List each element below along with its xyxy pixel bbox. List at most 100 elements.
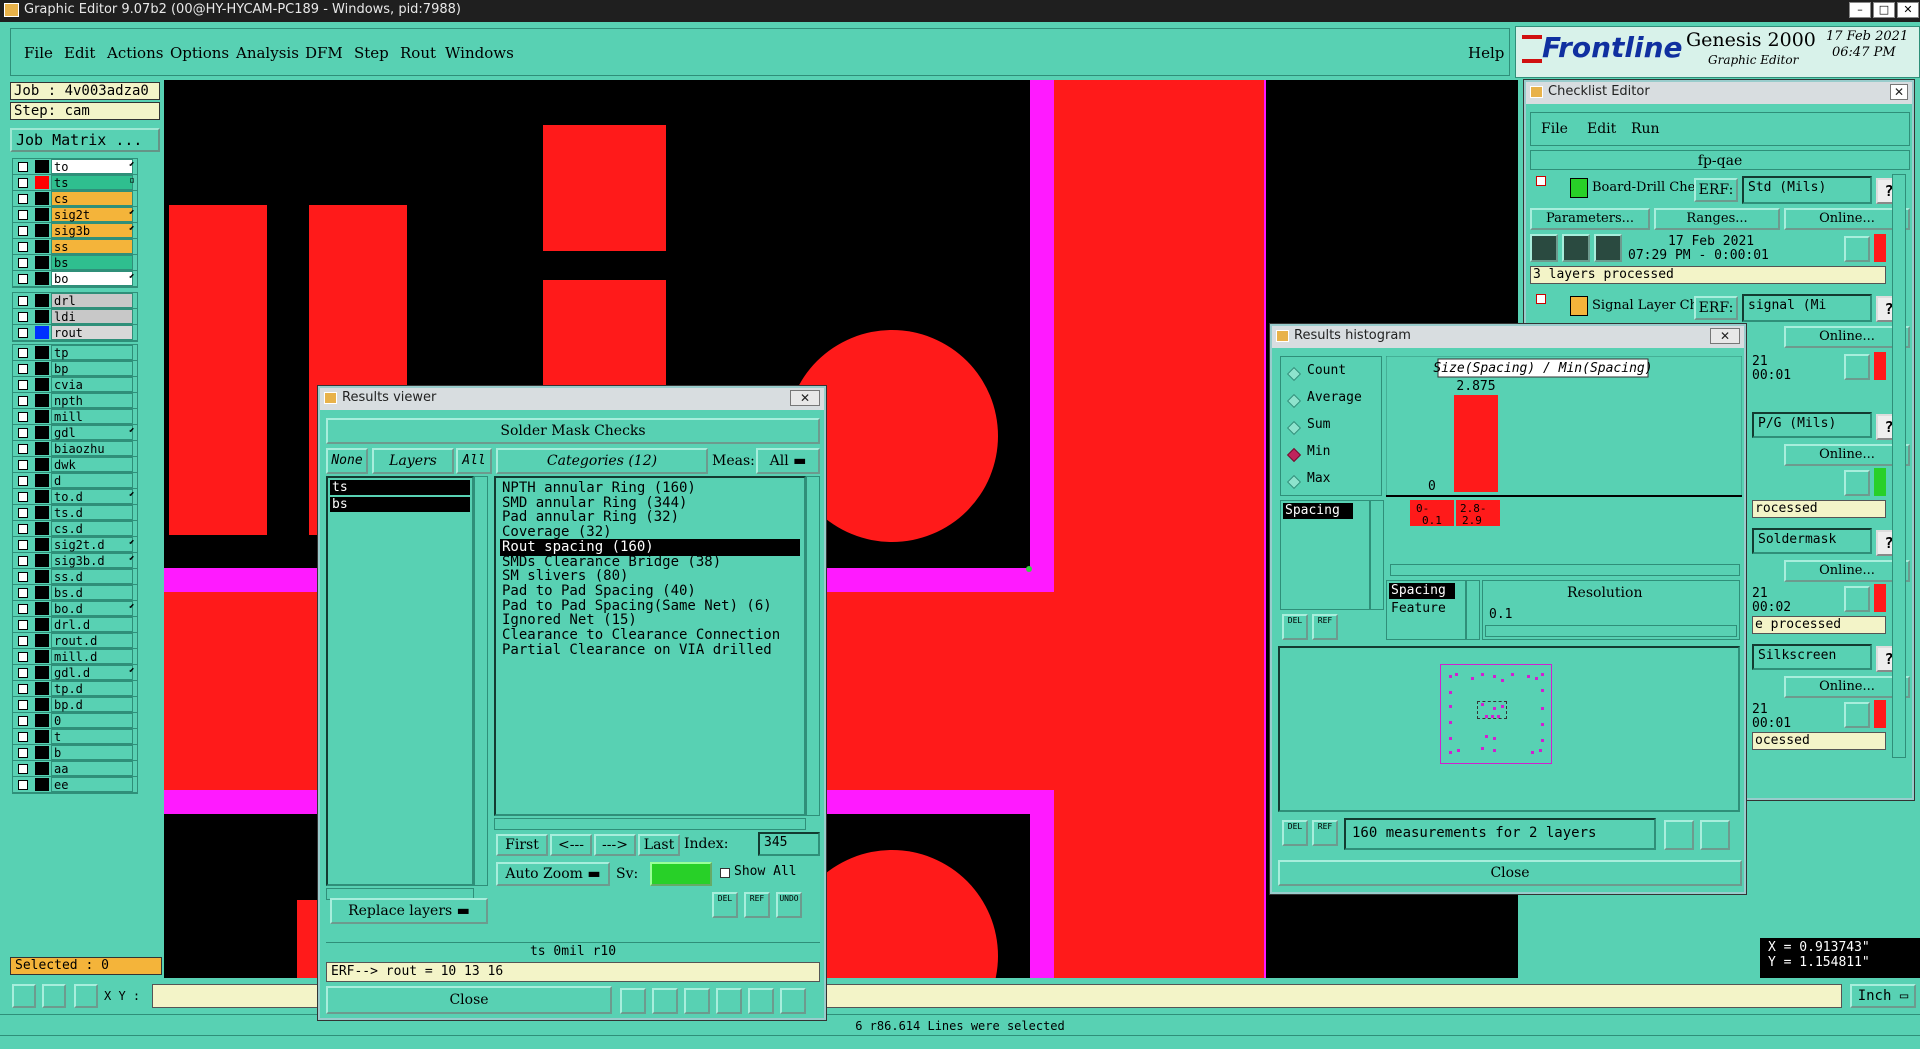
layer-row-cs.d[interactable]: cs.d xyxy=(13,521,137,537)
layer-name[interactable]: to xyxy=(51,159,133,174)
layer-name[interactable]: cvia xyxy=(51,377,133,392)
layer-name[interactable]: ts xyxy=(51,175,133,190)
layer-name[interactable]: gdl.d xyxy=(51,665,133,680)
histogram-close-button[interactable]: Close xyxy=(1278,860,1742,886)
layer-checkbox[interactable] xyxy=(18,668,28,678)
layer-checkbox[interactable] xyxy=(18,162,28,172)
layer-name[interactable]: sig2t xyxy=(51,207,133,222)
layer-checkbox[interactable] xyxy=(18,620,28,630)
layer-checkbox[interactable] xyxy=(18,460,28,470)
layer-name[interactable]: d xyxy=(51,473,133,488)
layer-name[interactable]: cs.d xyxy=(51,521,133,536)
layer-checkbox[interactable] xyxy=(18,312,28,322)
checklist-menu-run[interactable]: Run xyxy=(1631,121,1660,137)
layer-row-gdl[interactable]: gdl ⬋ xyxy=(13,425,137,441)
layer-checkbox[interactable] xyxy=(18,296,28,306)
categories-scrollbar[interactable] xyxy=(806,476,820,816)
report-icon[interactable] xyxy=(748,988,774,1014)
layer-checkbox[interactable] xyxy=(18,364,28,374)
layer-checkbox[interactable] xyxy=(18,748,28,758)
layer-row-ts[interactable]: ts ▫ xyxy=(13,175,137,191)
layer-name[interactable]: 0 xyxy=(51,713,133,728)
layer-checkbox[interactable] xyxy=(18,652,28,662)
del-icon[interactable]: DEL xyxy=(712,892,738,918)
categories-hscrollbar[interactable] xyxy=(494,818,806,830)
layer-checkbox[interactable] xyxy=(18,780,28,790)
layer-name[interactable]: t xyxy=(51,729,133,744)
layer-name[interactable]: npth xyxy=(51,393,133,408)
categories-button[interactable]: Categories (12) xyxy=(496,448,708,474)
layer-checkbox[interactable] xyxy=(18,700,28,710)
layer-checkbox[interactable] xyxy=(18,524,28,534)
radio-max[interactable] xyxy=(1286,474,1302,490)
radio-min[interactable] xyxy=(1286,447,1302,463)
layer-row-ss[interactable]: ss xyxy=(13,239,137,255)
feature-option[interactable]: Feature xyxy=(1391,601,1446,616)
layer-name[interactable]: to.d xyxy=(51,489,133,504)
last-button[interactable]: Last xyxy=(638,834,680,856)
layer-row-sig2t.d[interactable]: sig2t.d ⬋ xyxy=(13,537,137,553)
run-icon[interactable] xyxy=(1530,234,1558,262)
close-icon[interactable]: ✕ xyxy=(790,390,820,406)
erf-button[interactable]: ERF: xyxy=(1694,296,1738,320)
menu-analysis[interactable]: Analysis xyxy=(236,44,299,62)
layer-row-ldi[interactable]: ldi xyxy=(13,309,137,325)
erf-value[interactable]: signal (Mi xyxy=(1742,294,1872,322)
layer-name[interactable]: gdl xyxy=(51,425,133,440)
layer-checkbox[interactable] xyxy=(18,380,28,390)
menu-options[interactable]: Options xyxy=(170,44,229,62)
layer-checkbox[interactable] xyxy=(18,258,28,268)
del-icon[interactable]: DEL xyxy=(1282,614,1308,640)
chart-scrollbar[interactable] xyxy=(1390,564,1740,576)
layer-row-cs[interactable]: cs xyxy=(13,191,137,207)
layer-row-aa[interactable]: aa xyxy=(13,761,137,777)
layer-row-drl.d[interactable]: drl.d xyxy=(13,617,137,633)
resolution-slider[interactable] xyxy=(1485,625,1737,637)
layer-row-tp.d[interactable]: tp.d xyxy=(13,681,137,697)
layer-name[interactable]: drl xyxy=(51,293,133,308)
layer-row-rout.d[interactable]: rout.d xyxy=(13,633,137,649)
zoom-icon[interactable] xyxy=(1844,586,1870,612)
layer-item-ts[interactable]: ts xyxy=(330,480,470,495)
layer-name[interactable]: cs xyxy=(51,191,133,206)
layer-checkbox[interactable] xyxy=(18,178,28,188)
layer-checkbox[interactable] xyxy=(18,764,28,774)
ref-icon[interactable]: REF xyxy=(1312,614,1338,640)
layer-name[interactable]: bs xyxy=(51,255,133,270)
radio-sum[interactable] xyxy=(1286,420,1302,436)
layer-row-tp[interactable]: tp xyxy=(13,345,137,361)
layer-name[interactable]: biaozhu xyxy=(51,441,133,456)
layer-row-t[interactable]: t xyxy=(13,729,137,745)
checklist-scrollbar[interactable] xyxy=(1892,174,1906,758)
ref-icon[interactable]: REF xyxy=(1312,820,1338,846)
radio-average[interactable] xyxy=(1286,393,1302,409)
menu-step[interactable]: Step xyxy=(354,44,389,62)
layer-checkbox[interactable] xyxy=(18,444,28,454)
layer-checkbox[interactable] xyxy=(18,210,28,220)
numbered-icon[interactable] xyxy=(716,988,742,1014)
report-icon[interactable] xyxy=(1664,820,1694,850)
zoom-icon[interactable] xyxy=(1844,702,1870,728)
highlight-icon[interactable] xyxy=(620,988,646,1014)
layer-row-bo.d[interactable]: bo.d ⬋ xyxy=(13,601,137,617)
layer-name[interactable]: sig3b xyxy=(51,223,133,238)
erf-value[interactable]: P/G (Mils) xyxy=(1752,412,1872,438)
prev-button[interactable]: <--- xyxy=(550,834,592,856)
sv-color-selector[interactable] xyxy=(650,862,712,886)
item-checkbox[interactable] xyxy=(1536,176,1546,186)
menu-help[interactable]: Help xyxy=(1468,44,1504,62)
meas-selector[interactable]: All ▬ xyxy=(756,448,820,474)
layer-name[interactable]: mill.d xyxy=(51,649,133,664)
grid-tool-icon[interactable] xyxy=(74,984,98,1008)
viewer-close-button[interactable]: Close xyxy=(326,986,612,1014)
checklist-menu-file[interactable]: File xyxy=(1541,121,1568,137)
layer-checkbox[interactable] xyxy=(18,684,28,694)
layer-checkbox[interactable] xyxy=(18,588,28,598)
layer-checkbox[interactable] xyxy=(18,604,28,614)
export-icon[interactable] xyxy=(1700,820,1730,850)
show-all-checkbox[interactable] xyxy=(720,868,730,878)
close-icon[interactable]: ✕ xyxy=(1890,84,1908,100)
layer-checkbox[interactable] xyxy=(18,492,28,502)
layer-checkbox[interactable] xyxy=(18,476,28,486)
menu-windows[interactable]: Windows xyxy=(445,44,514,62)
